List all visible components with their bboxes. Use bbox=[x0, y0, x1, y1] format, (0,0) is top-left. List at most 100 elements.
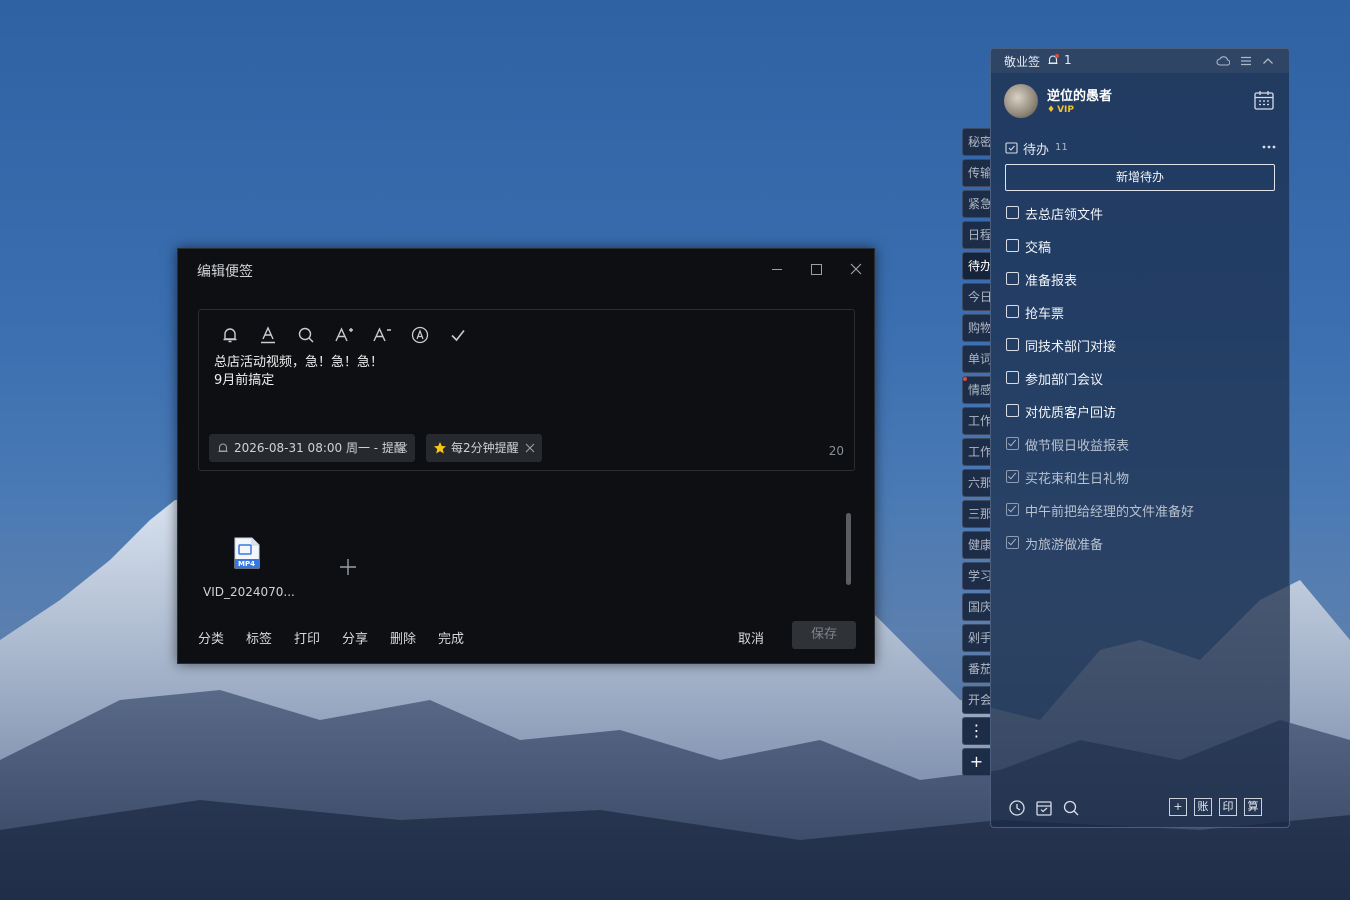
attachment-mp4[interactable]: MP4 VID_2024070... bbox=[198, 535, 298, 605]
save-button[interactable]: 保存 bbox=[792, 621, 856, 649]
more-tabs-button[interactable]: ⋮ bbox=[962, 717, 990, 745]
calculator-button[interactable]: 算 bbox=[1244, 798, 1262, 816]
todo-checkbox[interactable] bbox=[1006, 239, 1019, 252]
edit-note-window: 编辑便签 总店活动视频，急！急！急！ 9月前搞定 2026-08-31 08:0… bbox=[177, 248, 875, 664]
font-increase-button[interactable] bbox=[333, 324, 355, 346]
tab-shopping-spree[interactable]: 剁手 bbox=[962, 624, 990, 652]
todo-item[interactable]: 对优质客户回访 bbox=[1005, 401, 1275, 421]
todo-checkbox[interactable] bbox=[1006, 272, 1019, 285]
char-count: 20 bbox=[828, 444, 844, 458]
complete-button[interactable]: 完成 bbox=[438, 628, 464, 647]
todo-checkbox-checked[interactable] bbox=[1006, 536, 1019, 549]
menu-icon[interactable] bbox=[1239, 54, 1253, 68]
tab-meeting[interactable]: 开会 bbox=[962, 686, 990, 714]
todo-checkbox[interactable] bbox=[1006, 338, 1019, 351]
todo-checkbox[interactable] bbox=[1006, 305, 1019, 318]
font-increase-icon bbox=[335, 327, 353, 342]
close-icon bbox=[850, 263, 862, 275]
tab-shopping[interactable]: 购物 bbox=[962, 314, 990, 342]
tab-study[interactable]: 学习 bbox=[962, 562, 990, 590]
tab-work-2[interactable]: 工作 bbox=[962, 438, 990, 466]
bell-icon bbox=[218, 443, 228, 453]
delete-button[interactable]: 删除 bbox=[390, 628, 416, 647]
tab-words[interactable]: 单词 bbox=[962, 345, 990, 373]
note-line: 9月前搞定 bbox=[214, 373, 275, 388]
todo-item[interactable]: 参加部门会议 bbox=[1005, 368, 1275, 388]
add-note-button[interactable]: + bbox=[1169, 798, 1187, 816]
clear-format-button[interactable] bbox=[409, 324, 431, 346]
tab-urgent[interactable]: 紧急 bbox=[962, 190, 990, 218]
todo-checkbox[interactable] bbox=[1006, 404, 1019, 417]
tab-transfer[interactable]: 传输 bbox=[962, 159, 990, 187]
tab-todo[interactable]: 待办 bbox=[962, 252, 990, 280]
tab-health[interactable]: 健康 bbox=[962, 531, 990, 559]
confirm-button[interactable] bbox=[447, 324, 469, 346]
scrollbar[interactable] bbox=[846, 513, 851, 585]
tab-six[interactable]: 六那 bbox=[962, 469, 990, 497]
window-title: 编辑便签 bbox=[197, 264, 253, 280]
text-color-button[interactable] bbox=[257, 324, 279, 346]
cloud-sync-icon[interactable] bbox=[1216, 54, 1230, 68]
notification-count: 1 bbox=[1064, 53, 1072, 67]
note-line: 总店活动视频，急！急！急！ bbox=[214, 355, 384, 370]
todo-item-done[interactable]: 为旅游做准备 bbox=[1005, 533, 1275, 553]
category-button[interactable]: 分类 bbox=[198, 628, 224, 647]
bell-icon bbox=[223, 328, 237, 343]
plus-icon bbox=[340, 559, 356, 575]
todo-checkbox-checked[interactable] bbox=[1006, 437, 1019, 450]
new-todo-button[interactable]: 新增待办 bbox=[1005, 164, 1275, 191]
tab-work-1[interactable]: 工作 bbox=[962, 407, 990, 435]
todo-item[interactable]: 抢车票 bbox=[1005, 302, 1275, 322]
remove-icon[interactable] bbox=[524, 442, 536, 454]
todo-item[interactable]: 交稿 bbox=[1005, 236, 1275, 256]
search-icon[interactable] bbox=[1062, 799, 1080, 817]
todo-text: 参加部门会议 bbox=[1025, 373, 1104, 388]
font-decrease-button[interactable] bbox=[371, 324, 393, 346]
todo-item[interactable]: 去总店领文件 bbox=[1005, 203, 1275, 223]
todo-item-done[interactable]: 中午前把给经理的文件准备好 bbox=[1005, 500, 1275, 520]
note-content[interactable]: 总店活动视频，急！急！急！ 9月前搞定 bbox=[214, 354, 814, 390]
more-options-icon[interactable] bbox=[1261, 144, 1277, 150]
reminder-text: 2026-08-31 08:00 周一 - 提醒 bbox=[234, 441, 406, 455]
maximize-button[interactable] bbox=[806, 259, 826, 279]
calendar-check-icon[interactable] bbox=[1035, 799, 1053, 817]
todo-item[interactable]: 同技术部门对接 bbox=[1005, 335, 1275, 355]
print-button[interactable]: 打印 bbox=[294, 628, 320, 647]
clock-icon[interactable] bbox=[1008, 799, 1026, 817]
todo-item-done[interactable]: 买花束和生日礼物 bbox=[1005, 467, 1275, 487]
app-name: 敬业签 bbox=[1004, 55, 1041, 69]
tab-national-day[interactable]: 国庆 bbox=[962, 593, 990, 621]
add-attachment-button[interactable] bbox=[338, 557, 358, 577]
todo-checkbox-checked[interactable] bbox=[1006, 470, 1019, 483]
notification-bell-icon[interactable] bbox=[1046, 53, 1060, 67]
todo-checkbox[interactable] bbox=[1006, 371, 1019, 384]
cancel-button[interactable]: 取消 bbox=[738, 628, 764, 647]
reminder-bell-button[interactable] bbox=[219, 324, 241, 346]
tab-today[interactable]: 今日 bbox=[962, 283, 990, 311]
account-button[interactable]: 账 bbox=[1194, 798, 1212, 816]
remove-icon[interactable] bbox=[397, 442, 409, 454]
minimize-button[interactable] bbox=[767, 259, 787, 279]
share-button[interactable]: 分享 bbox=[342, 628, 368, 647]
close-button[interactable] bbox=[846, 259, 866, 279]
todo-item[interactable]: 准备报表 bbox=[1005, 269, 1275, 289]
todo-checkbox[interactable] bbox=[1006, 206, 1019, 219]
tab-emotion[interactable]: 情感 bbox=[962, 376, 990, 404]
tag-button[interactable]: 标签 bbox=[246, 628, 272, 647]
calendar-icon[interactable] bbox=[1253, 89, 1275, 111]
tab-tomato[interactable]: 番茄 bbox=[962, 655, 990, 683]
note-editor[interactable]: 总店活动视频，急！急！急！ 9月前搞定 2026-08-31 08:00 周一 … bbox=[198, 309, 855, 471]
tab-schedule[interactable]: 日程 bbox=[962, 221, 990, 249]
tab-three[interactable]: 三那 bbox=[962, 500, 990, 528]
avatar[interactable] bbox=[1004, 84, 1038, 118]
tab-secret[interactable]: 秘密 bbox=[962, 128, 990, 156]
todo-item-done[interactable]: 做节假日收益报表 bbox=[1005, 434, 1275, 454]
add-tab-button[interactable]: + bbox=[962, 748, 990, 776]
repeat-chip[interactable]: 每2分钟提醒 bbox=[426, 434, 542, 462]
search-button[interactable] bbox=[295, 324, 317, 346]
collapse-icon[interactable] bbox=[1261, 54, 1275, 68]
print-button[interactable]: 印 bbox=[1219, 798, 1237, 816]
todo-checkbox-checked[interactable] bbox=[1006, 503, 1019, 516]
font-decrease-icon bbox=[373, 327, 391, 342]
reminder-chip[interactable]: 2026-08-31 08:00 周一 - 提醒 bbox=[209, 434, 415, 462]
